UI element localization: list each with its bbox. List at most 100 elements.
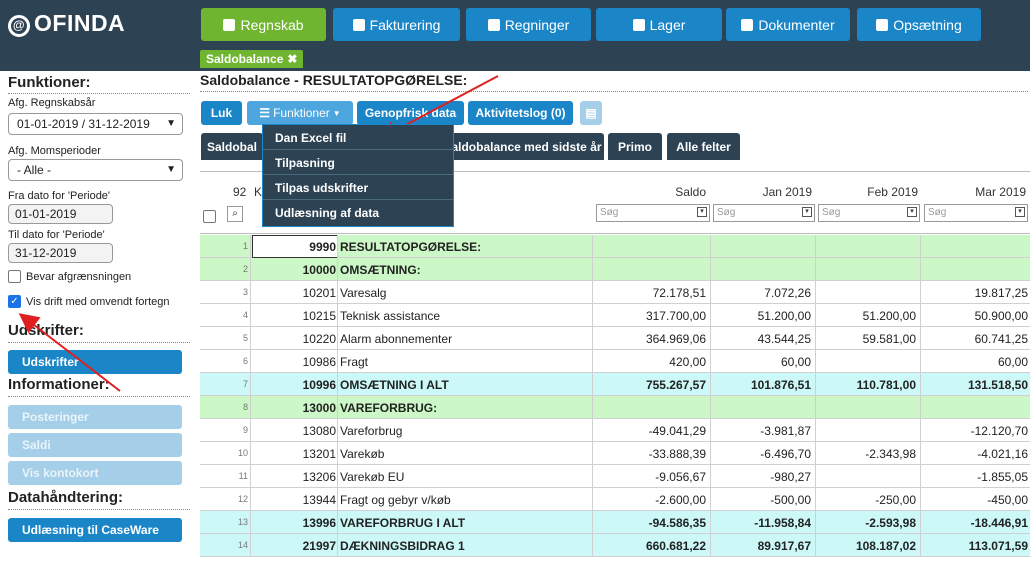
table-row[interactable]: 4 10215 Teknisk assistance 317.700,00 51.200… bbox=[200, 304, 1030, 327]
row-index: 9 bbox=[242, 425, 248, 435]
dropdown-icon[interactable]: ▾ bbox=[907, 207, 917, 217]
table-row[interactable]: 10 13201 Varekøb -33.888,39 -6.496,70 -2.343,… bbox=[200, 442, 1030, 465]
column-header-mar[interactable]: Mar 2019 bbox=[928, 185, 1026, 199]
column-divider bbox=[337, 350, 338, 373]
table-row[interactable]: 3 10201 Varesalg 72.178,51 7.072,26 19.817,25 bbox=[200, 281, 1030, 304]
column-divider bbox=[920, 419, 921, 442]
menu-item-dan-excel[interactable]: Dan Excel fil bbox=[263, 125, 453, 150]
table-row[interactable]: 1 9990 RESULTATOPGØRELSE: bbox=[200, 235, 1030, 258]
table-row[interactable]: 2 10000 OMSÆTNING: bbox=[200, 258, 1030, 281]
column-divider bbox=[920, 442, 921, 465]
vis-kontokort-button[interactable]: Vis kontokort bbox=[8, 461, 182, 485]
bevar-checkbox[interactable]: Bevar afgrænsningen bbox=[8, 270, 131, 283]
genopfrisk-button[interactable]: Genopfrisk data bbox=[357, 101, 464, 125]
nav-lager[interactable]: Lager bbox=[596, 8, 722, 41]
column-divider bbox=[592, 327, 593, 350]
search-input-saldo[interactable]: Søg ▾ bbox=[596, 204, 710, 222]
checkbox-unchecked-icon[interactable] bbox=[203, 210, 216, 223]
luk-button[interactable]: Luk bbox=[201, 101, 242, 125]
factory-icon bbox=[487, 18, 500, 31]
column-divider bbox=[250, 419, 251, 442]
account-number: 10000 bbox=[302, 263, 336, 277]
column-divider bbox=[592, 442, 593, 465]
cell-mar: -18.446,91 bbox=[970, 516, 1028, 530]
close-icon[interactable]: ✖ bbox=[287, 52, 297, 66]
nav-dokumenter[interactable]: Dokumenter bbox=[726, 8, 850, 41]
account-number: 13206 bbox=[302, 470, 336, 484]
search-input-jan[interactable]: Søg ▾ bbox=[713, 204, 815, 222]
cell-saldo: 317.700,00 bbox=[645, 309, 706, 323]
dropdown-icon[interactable]: ▾ bbox=[1015, 207, 1025, 217]
menu-item-tilpas-udskrifter[interactable]: Tilpas udskrifter bbox=[263, 175, 453, 200]
column-divider bbox=[592, 304, 593, 327]
column-divider bbox=[337, 281, 338, 304]
checkbox-checked-icon[interactable]: ✓ bbox=[8, 295, 21, 308]
table-row[interactable]: 7 10996 OMSÆTNING I ALT 755.267,57 101.876,5… bbox=[200, 373, 1030, 396]
column-divider bbox=[592, 396, 593, 419]
column-divider bbox=[592, 281, 593, 304]
cell-feb: 51.200,00 bbox=[862, 309, 916, 323]
funktioner-dropdown-button[interactable]: ☰ Funktioner ▼ bbox=[247, 101, 353, 125]
table-row[interactable]: 9 13080 Vareforbrug -49.041,29 -3.981,87 -12.… bbox=[200, 419, 1030, 442]
search-input-feb[interactable]: Søg ▾ bbox=[818, 204, 920, 222]
fra-dato-input[interactable]: 01-01-2019 bbox=[8, 204, 113, 224]
search-input-mar[interactable]: Søg ▾ bbox=[924, 204, 1028, 222]
column-header-saldo[interactable]: Saldo bbox=[630, 185, 706, 199]
nav-opsaetning[interactable]: Opsætning bbox=[857, 8, 981, 41]
column-divider bbox=[815, 304, 816, 327]
select-all-checkbox[interactable] bbox=[203, 210, 216, 223]
column-divider bbox=[592, 419, 593, 442]
tab-saldobalance[interactable]: Saldobal bbox=[201, 133, 263, 160]
menu-item-tilpasning[interactable]: Tilpasning bbox=[263, 150, 453, 175]
nav-regnskab[interactable]: Regnskab bbox=[201, 8, 326, 41]
column-divider bbox=[815, 281, 816, 304]
vis-drift-checkbox[interactable]: ✓ Vis drift med omvendt fortegn bbox=[8, 295, 169, 308]
account-number: 13080 bbox=[302, 424, 336, 438]
app-logo[interactable]: @ OFINDA bbox=[8, 10, 125, 37]
column-header-jan[interactable]: Jan 2019 bbox=[730, 185, 812, 199]
column-header-konto[interactable]: K bbox=[254, 185, 262, 199]
column-divider bbox=[710, 419, 711, 442]
table-row[interactable]: 12 13944 Fragt og gebyr v/køb -2.600,00 -500… bbox=[200, 488, 1030, 511]
row-count: 92 bbox=[233, 185, 247, 199]
cell-mar: 60.741,25 bbox=[974, 332, 1028, 346]
column-divider bbox=[710, 327, 711, 350]
tab-alle-felter[interactable]: Alle felter bbox=[667, 133, 740, 160]
tab-primo[interactable]: Primo bbox=[608, 133, 662, 160]
gallery-icon[interactable]: ▤ bbox=[580, 101, 602, 125]
table-row[interactable]: 13 13996 VAREFORBRUG I ALT -94.586,35 -11.95… bbox=[200, 511, 1030, 534]
column-divider bbox=[592, 488, 593, 511]
dropdown-icon[interactable]: ▾ bbox=[697, 207, 707, 217]
row-index: 8 bbox=[242, 402, 248, 412]
column-divider bbox=[337, 258, 338, 281]
momsperioder-select[interactable]: - Alle - ▼ bbox=[8, 159, 183, 181]
column-divider bbox=[710, 281, 711, 304]
account-name: DÆKNINGSBIDRAG 1 bbox=[340, 539, 465, 553]
aktivitetslog-button[interactable]: Aktivitetslog (0) bbox=[468, 101, 573, 125]
regnskabsaar-select[interactable]: 01-01-2019 / 31-12-2019 ▼ bbox=[8, 113, 183, 135]
table-row[interactable]: 6 10986 Fragt 420,00 60,00 60,00 bbox=[200, 350, 1030, 373]
row-index: 3 bbox=[242, 287, 248, 297]
at-logo-icon: @ bbox=[8, 15, 30, 37]
posteringer-button[interactable]: Posteringer bbox=[8, 405, 182, 429]
caseware-export-button[interactable]: Udlæsning til CaseWare bbox=[8, 518, 182, 542]
menu-item-udlaesning[interactable]: Udlæsning af data bbox=[263, 200, 453, 225]
column-header-feb[interactable]: Feb 2019 bbox=[820, 185, 918, 199]
udskrifter-button[interactable]: Udskrifter bbox=[8, 350, 182, 374]
nav-regninger[interactable]: Regninger bbox=[466, 8, 591, 41]
table-row[interactable]: 5 10220 Alarm abonnementer 364.969,06 43.544… bbox=[200, 327, 1030, 350]
saldi-button[interactable]: Saldi bbox=[8, 433, 182, 457]
nav-fakturering[interactable]: Fakturering bbox=[333, 8, 460, 41]
tab-saldobalance-sidste-aar[interactable]: Saldobalance med sidste år bbox=[441, 133, 604, 160]
table-row[interactable]: 14 21997 DÆKNINGSBIDRAG 1 660.681,22 89.917,… bbox=[200, 534, 1030, 557]
dropdown-icon[interactable]: ▾ bbox=[802, 207, 812, 217]
column-divider bbox=[920, 327, 921, 350]
table-row[interactable]: 8 13000 VAREFORBRUG: bbox=[200, 396, 1030, 419]
account-name: VAREFORBRUG I ALT bbox=[340, 516, 466, 530]
column-divider bbox=[250, 396, 251, 419]
tab-saldobalance[interactable]: Saldobalance ✖ bbox=[200, 50, 304, 68]
checkbox-unchecked-icon[interactable] bbox=[8, 270, 21, 283]
til-dato-input[interactable]: 31-12-2019 bbox=[8, 243, 113, 263]
binoculars-icon[interactable]: ⌕ bbox=[227, 206, 243, 222]
table-row[interactable]: 11 13206 Varekøb EU -9.056,67 -980,27 -1.855,… bbox=[200, 465, 1030, 488]
